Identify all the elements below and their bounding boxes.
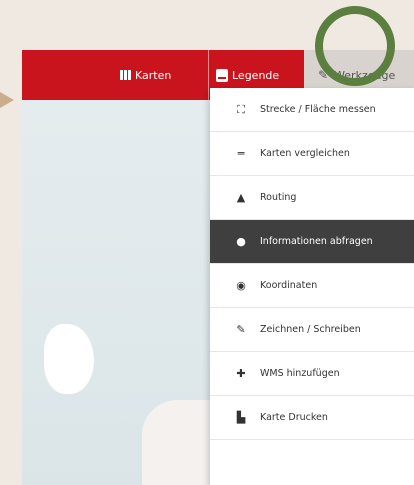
- menu-item-label: Karten vergleichen: [260, 148, 350, 159]
- menu-item-label: Routing: [260, 192, 297, 203]
- menu-item-draw[interactable]: ✎ Zeichnen / Schreiben: [210, 308, 414, 352]
- compare-icon: ═: [237, 147, 245, 160]
- pencil-icon: ✎: [236, 323, 246, 336]
- menu-item-label: Informationen abfragen: [260, 236, 373, 247]
- plus-icon: ✚: [236, 367, 246, 380]
- callout-arrow: [0, 92, 14, 108]
- highlight-ring: [315, 6, 395, 86]
- menu-item-label: WMS hinzufügen: [260, 368, 340, 379]
- measure-icon: ⛶: [237, 102, 245, 116]
- karten-button[interactable]: Karten: [120, 50, 171, 100]
- info-icon: ●: [236, 235, 246, 248]
- menu-item-label: Strecke / Fläche messen: [260, 104, 376, 115]
- legende-label: Legende: [232, 68, 280, 82]
- menu-item-label: Karte Drucken: [260, 412, 328, 423]
- print-icon: ▙: [236, 411, 246, 424]
- menu-item-wms[interactable]: ✚ WMS hinzufügen: [210, 352, 414, 396]
- karten-label: Karten: [135, 68, 172, 82]
- menu-item-coordinates[interactable]: ◉ Koordinaten: [210, 264, 414, 308]
- menu-item-info[interactable]: ● Informationen abfragen: [210, 220, 414, 264]
- tools-dropdown-menu: ⛶ Strecke / Fläche messen ═ Karten vergl…: [210, 88, 414, 485]
- toolbar-divider: [208, 50, 209, 100]
- routing-icon: ▲: [236, 191, 246, 204]
- menu-item-routing[interactable]: ▲ Routing: [210, 176, 414, 220]
- coordinates-icon: ◉: [236, 279, 246, 292]
- menu-item-print[interactable]: ▙ Karte Drucken: [210, 396, 414, 440]
- map-island: [44, 324, 94, 394]
- grid-icon: [120, 70, 131, 80]
- menu-item-label: Koordinaten: [260, 280, 318, 291]
- menu-item-compare[interactable]: ═ Karten vergleichen: [210, 132, 414, 176]
- menu-item-measure[interactable]: ⛶ Strecke / Fläche messen: [210, 88, 414, 132]
- legend-icon: [216, 68, 228, 82]
- menu-item-label: Zeichnen / Schreiben: [260, 324, 361, 335]
